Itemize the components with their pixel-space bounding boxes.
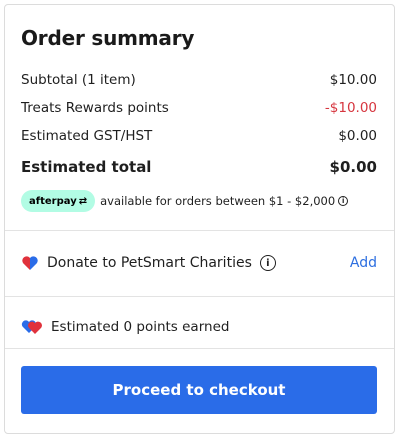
checkout-button[interactable]: Proceed to checkout (21, 366, 377, 414)
info-icon[interactable]: i (259, 255, 276, 271)
heart-icon (22, 256, 38, 270)
afterpay-text: available for orders between $1 - $2,000 (100, 194, 336, 208)
info-icon[interactable]: i (338, 196, 349, 206)
hearts-icon (21, 320, 42, 334)
tax-value: $0.00 (338, 128, 377, 144)
donate-row: Donate to PetSmart Charities i Add (21, 252, 377, 274)
rewards-label: Treats Rewards points (21, 100, 169, 116)
tax-label: Estimated GST/HST (21, 128, 153, 144)
add-donation-link[interactable]: Add (350, 255, 377, 271)
afterpay-badge: afterpay ⇄ (21, 190, 96, 212)
points-row: Estimated 0 points earned (21, 316, 229, 338)
divider (5, 230, 394, 231)
rewards-value: -$10.00 (324, 100, 377, 116)
afterpay-arrows-icon: ⇄ (78, 195, 88, 207)
order-summary-card: Order summary Subtotal (1 item) $10.00 T… (4, 4, 395, 434)
divider (5, 348, 394, 349)
points-label: Estimated 0 points earned (51, 319, 230, 335)
order-summary-title: Order summary (21, 26, 195, 50)
total-label: Estimated total (21, 158, 152, 176)
total-value: $0.00 (329, 158, 377, 176)
afterpay-info: afterpay ⇄ available for orders between … (21, 190, 349, 212)
tax-row: Estimated GST/HST $0.00 (21, 126, 377, 146)
total-row: Estimated total $0.00 (21, 157, 377, 177)
rewards-row: Treats Rewards points -$10.00 (21, 98, 377, 118)
subtotal-row: Subtotal (1 item) $10.00 (21, 70, 377, 90)
subtotal-label: Subtotal (1 item) (21, 72, 136, 88)
donate-label: Donate to PetSmart Charities (47, 255, 252, 271)
subtotal-value: $10.00 (329, 72, 377, 88)
afterpay-badge-label: afterpay (29, 195, 77, 207)
divider (5, 296, 394, 297)
